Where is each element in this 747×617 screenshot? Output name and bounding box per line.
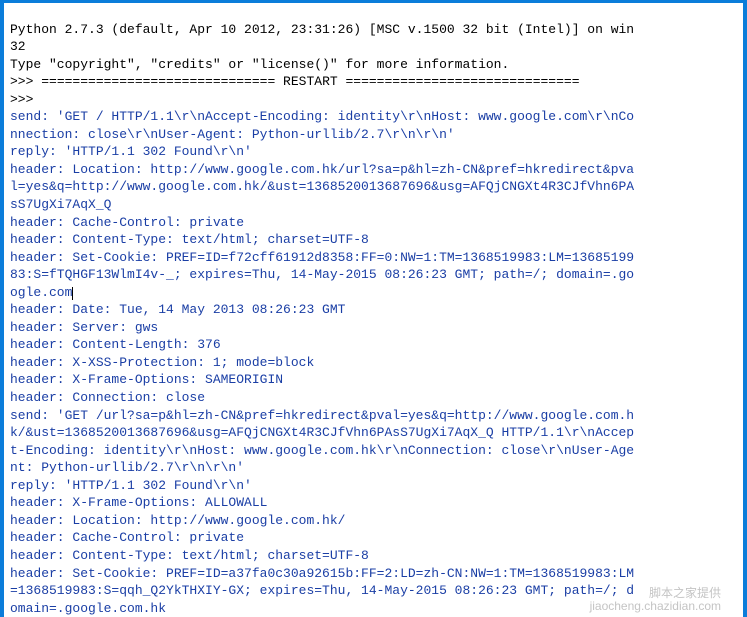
http-line: k/&ust=1368520013687696&usg=AFQjCNGXt4R3…	[10, 425, 634, 440]
prompt: >>>	[10, 92, 41, 107]
http-line: header: X-Frame-Options: ALLOWALL	[10, 495, 267, 510]
http-line: header: Set-Cookie: PREF=ID=f72cff61912d…	[10, 250, 634, 265]
restart-banner: ============================== RESTART =…	[41, 74, 579, 89]
console-output[interactable]: Python 2.7.3 (default, Apr 10 2012, 23:3…	[4, 3, 743, 617]
http-line: header: Date: Tue, 14 May 2013 08:26:23 …	[10, 302, 345, 317]
text-cursor	[72, 287, 73, 300]
http-line: header: Location: http://www.google.com.…	[10, 513, 345, 528]
http-line: nt: Python-urllib/2.7\r\n\r\n'	[10, 460, 244, 475]
http-line: header: Set-Cookie: PREF=ID=a37fa0c30a92…	[10, 566, 634, 581]
http-line: nnection: close\r\nUser-Agent: Python-ur…	[10, 127, 455, 142]
http-line: header: Content-Type: text/html; charset…	[10, 232, 369, 247]
http-line: t-Encoding: identity\r\nHost: www.google…	[10, 443, 634, 458]
http-line: omain=.google.com.hk	[10, 601, 166, 616]
http-line: =1368519983:S=qqh_Q2YkTHXIY-GX; expires=…	[10, 583, 634, 598]
http-line: header: Cache-Control: private	[10, 215, 244, 230]
http-line: send: 'GET / HTTP/1.1\r\nAccept-Encoding…	[10, 109, 634, 124]
http-line: header: X-Frame-Options: SAMEORIGIN	[10, 372, 283, 387]
http-line: header: Content-Length: 376	[10, 337, 221, 352]
python-help-line: Type "copyright", "credits" or "license(…	[10, 57, 509, 72]
http-line: header: Connection: close	[10, 390, 205, 405]
http-line: header: Server: gws	[10, 320, 158, 335]
http-line: 83:S=fTQHGF13WlmI4v-_; expires=Thu, 14-M…	[10, 267, 634, 282]
http-line: sS7UgXi7AqX_Q	[10, 197, 111, 212]
python-platform-line: 32	[10, 39, 26, 54]
http-line: header: Content-Type: text/html; charset…	[10, 548, 369, 563]
http-line: reply: 'HTTP/1.1 302 Found\r\n'	[10, 478, 252, 493]
http-line: l=yes&q=http://www.google.com.hk/&ust=13…	[10, 179, 634, 194]
http-line: send: 'GET /url?sa=p&hl=zh-CN&pref=hkred…	[10, 408, 634, 423]
http-line: ogle.com	[10, 285, 72, 300]
http-line: header: Location: http://www.google.com.…	[10, 162, 634, 177]
idle-window: Python 2.7.3 (default, Apr 10 2012, 23:3…	[0, 0, 747, 617]
http-line: reply: 'HTTP/1.1 302 Found\r\n'	[10, 144, 252, 159]
http-line: header: Cache-Control: private	[10, 530, 244, 545]
prompt: >>>	[10, 74, 41, 89]
http-line: header: X-XSS-Protection: 1; mode=block	[10, 355, 314, 370]
python-version-line: Python 2.7.3 (default, Apr 10 2012, 23:3…	[10, 22, 634, 37]
